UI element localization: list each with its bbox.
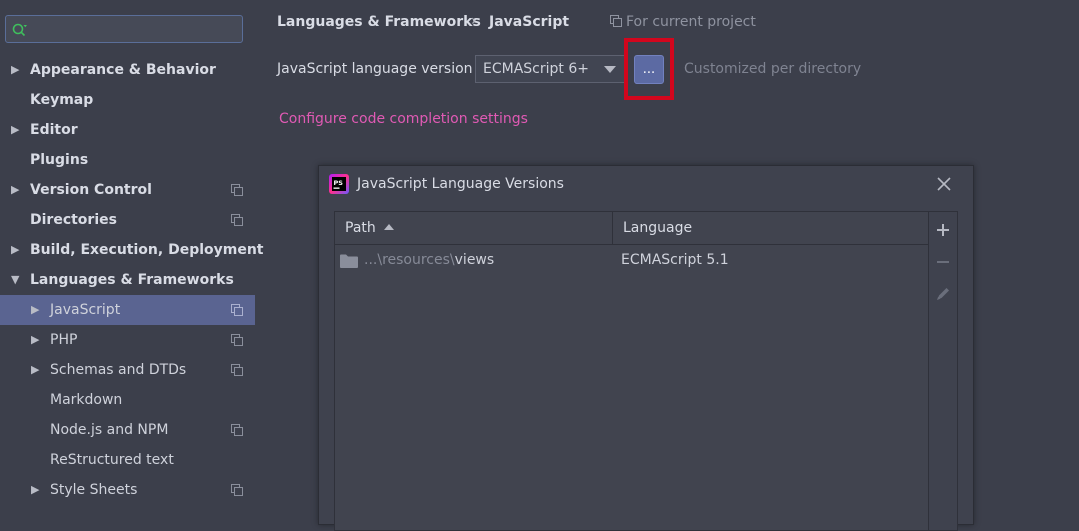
sidebar-item-label: Node.js and NPM [50,422,169,438]
sidebar-item-plugins[interactable]: Plugins [0,145,255,175]
expand-arrow-icon: ▶ [11,183,20,196]
sidebar-item-build[interactable]: ▶ Build, Execution, Deployment [0,235,264,265]
expand-arrow-icon: ▶ [11,243,20,256]
sidebar-item-label: Style Sheets [50,482,138,498]
edit-icon[interactable] [935,286,951,302]
project-scope-icon [231,364,243,376]
sidebar-item-editor[interactable]: ▶ Editor [0,115,255,145]
row-language: ECMAScript 5.1 [621,252,729,268]
sidebar-item-label: ReStructured text [50,452,174,468]
scope-label: For current project [626,14,756,30]
scope-note: For current project [610,14,756,30]
dialog-title: JavaScript Language Versions [357,176,564,192]
project-scope-icon [231,184,243,196]
column-header-language-label: Language [623,220,693,236]
table-toolbar [929,211,958,531]
sidebar-item-label: Appearance & Behavior [30,62,216,78]
table-row[interactable]: ...\resources\views ECMAScript 5.1 [335,246,928,274]
column-header-path[interactable]: Path [345,212,394,244]
sidebar-item-javascript[interactable]: ▶ JavaScript [0,295,255,325]
phpstorm-icon: PS [329,174,349,194]
row-path-prefix: ...\resources\ [364,252,455,268]
project-scope-icon [610,15,622,27]
column-divider [612,212,613,244]
sidebar-item-label: Schemas and DTDs [50,362,187,378]
expand-arrow-icon: ▶ [31,483,40,496]
sidebar-item-restructured[interactable]: ReStructured text [0,445,255,475]
folder-icon [340,254,358,268]
sidebar-item-label: Markdown [50,392,123,408]
row-path: ...\resources\views [364,246,494,274]
expand-arrow-icon: ▶ [11,123,20,136]
add-icon[interactable] [935,222,951,238]
sidebar-item-label: Editor [30,122,78,138]
sidebar-item-appearance[interactable]: ▶ Appearance & Behavior [0,55,255,85]
sidebar-item-stylesheets[interactable]: ▶ Style Sheets [0,475,255,505]
row-path-name: views [454,252,495,268]
header-divider [335,244,928,245]
sidebar-item-nodejs[interactable]: Node.js and NPM [0,415,255,445]
sidebar-item-label: PHP [50,332,78,348]
column-header-path-label: Path [345,220,376,236]
collapse-arrow-icon: ▼ [11,273,20,286]
project-scope-icon [231,304,243,316]
expand-arrow-icon: ▶ [11,63,20,76]
sidebar-item-php[interactable]: ▶ PHP [0,325,255,355]
settings-sidebar: ▶ Appearance & Behavior Keymap ▶ Editor … [0,0,264,512]
code-completion-link[interactable]: Configure code completion settings [279,111,528,127]
column-header-language[interactable]: Language [623,212,692,244]
project-scope-icon [231,424,243,436]
sidebar-item-version-control[interactable]: ▶ Version Control [0,175,255,205]
expand-arrow-icon: ▶ [31,363,40,376]
language-version-value: ECMAScript 6+ [483,61,589,77]
settings-search-input[interactable] [5,15,243,43]
per-directory-button[interactable]: ... [634,55,664,84]
sort-ascending-icon [383,224,394,230]
sidebar-item-label: JavaScript [50,302,121,318]
sidebar-item-directories[interactable]: Directories [0,205,255,235]
sidebar-item-markdown[interactable]: Markdown [0,385,255,415]
expand-arrow-icon: ▶ [31,333,40,346]
sidebar-item-label: Version Control [30,182,152,198]
customized-note: Customized per directory [684,61,862,77]
sidebar-item-languages[interactable]: ▼ Languages & Frameworks [0,265,255,295]
project-scope-icon [231,334,243,346]
language-versions-dialog: PS JavaScript Language Versions Path Lan… [318,165,974,531]
breadcrumb-current: JavaScript [489,14,570,30]
search-icon [12,23,27,37]
project-scope-icon [231,214,243,226]
sidebar-item-label: Directories [30,212,117,228]
project-scope-icon [231,484,243,496]
dropdown-arrow-icon [604,66,616,73]
language-version-label: JavaScript language version [277,61,473,77]
sidebar-item-keymap[interactable]: Keymap [0,85,255,115]
breadcrumb-parent[interactable]: Languages & Frameworks [277,14,481,30]
sidebar-item-label: Keymap [30,92,94,108]
breadcrumb-separator: › [471,13,477,29]
versions-table: Path Language ...\resources\views ECMASc… [334,211,929,531]
sidebar-item-label: Plugins [30,152,89,168]
close-icon[interactable] [935,175,953,193]
sidebar-item-schemas[interactable]: ▶ Schemas and DTDs [0,355,255,385]
language-version-select[interactable]: ECMAScript 6+ [475,55,625,83]
sidebar-item-label: Build, Execution, Deployment [30,242,264,258]
remove-icon[interactable] [935,254,951,270]
sidebar-item-label: Languages & Frameworks [30,272,234,288]
expand-arrow-icon: ▶ [31,303,40,316]
svg-text:PS: PS [334,179,344,187]
